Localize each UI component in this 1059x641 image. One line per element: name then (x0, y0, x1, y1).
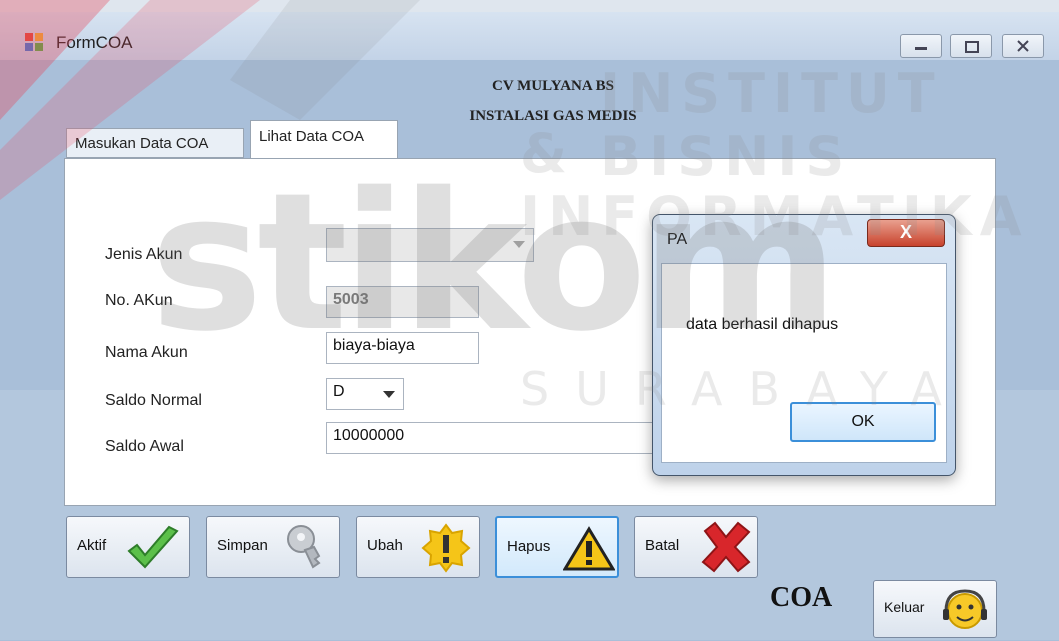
hapus-button[interactable]: Hapus (495, 516, 619, 578)
no-akun-field[interactable]: 5003 (326, 286, 479, 318)
saldo-normal-value: D (333, 383, 345, 400)
checkmark-icon (127, 525, 179, 569)
close-icon: X (899, 222, 912, 242)
saldo-normal-combo[interactable]: D (326, 378, 404, 410)
warning-burst-icon (421, 523, 471, 573)
dialog-close-button[interactable]: X (867, 219, 945, 247)
jenis-akun-label: Jenis Akun (105, 246, 183, 263)
nama-akun-field[interactable]: biaya-biaya (326, 332, 479, 364)
red-x-icon (701, 521, 751, 573)
chevron-down-icon (513, 241, 525, 248)
watermark-stripes (0, 0, 420, 200)
chevron-down-icon (383, 391, 395, 398)
hapus-label: Hapus (507, 538, 551, 555)
window-close-button[interactable] (1002, 34, 1044, 58)
company-name: CV MULYANA BS (492, 78, 614, 94)
saldo-normal-label: Saldo Normal (105, 392, 202, 409)
saldo-awal-field[interactable]: 10000000 (326, 422, 656, 454)
ubah-button[interactable]: Ubah (356, 516, 480, 578)
message-dialog: PA X data berhasil dihapus OK (652, 214, 956, 476)
keluar-button[interactable]: Keluar (873, 580, 997, 638)
simpan-button[interactable]: Simpan (206, 516, 340, 578)
key-icon (287, 525, 321, 569)
keluar-label: Keluar (884, 599, 925, 615)
maximize-button[interactable] (950, 34, 992, 58)
dialog-message: data berhasil dihapus (686, 316, 839, 333)
saldo-awal-label: Saldo Awal (105, 438, 184, 455)
nama-akun-label: Nama Akun (105, 344, 188, 361)
no-akun-label: No. AKun (105, 292, 173, 309)
aktif-button[interactable]: Aktif (66, 516, 190, 578)
dialog-title: PA (667, 231, 688, 248)
dialog-body: data berhasil dihapus OK (661, 263, 947, 463)
aktif-label: Aktif (77, 537, 107, 554)
maximize-icon (965, 41, 979, 53)
dialog-ok-button[interactable]: OK (790, 402, 936, 442)
ubah-label: Ubah (367, 537, 403, 554)
coa-footer-label: COA (770, 582, 833, 613)
batal-button[interactable]: Batal (634, 516, 758, 578)
company-subtitle: INSTALASI GAS MEDIS (469, 108, 637, 124)
support-headset-icon (943, 589, 987, 629)
simpan-label: Simpan (217, 537, 268, 554)
batal-label: Batal (645, 537, 680, 554)
warning-triangle-icon (563, 526, 615, 571)
close-icon (1017, 40, 1029, 52)
minimize-icon (915, 47, 927, 50)
minimize-button[interactable] (900, 34, 942, 58)
jenis-akun-combo[interactable] (326, 228, 534, 262)
